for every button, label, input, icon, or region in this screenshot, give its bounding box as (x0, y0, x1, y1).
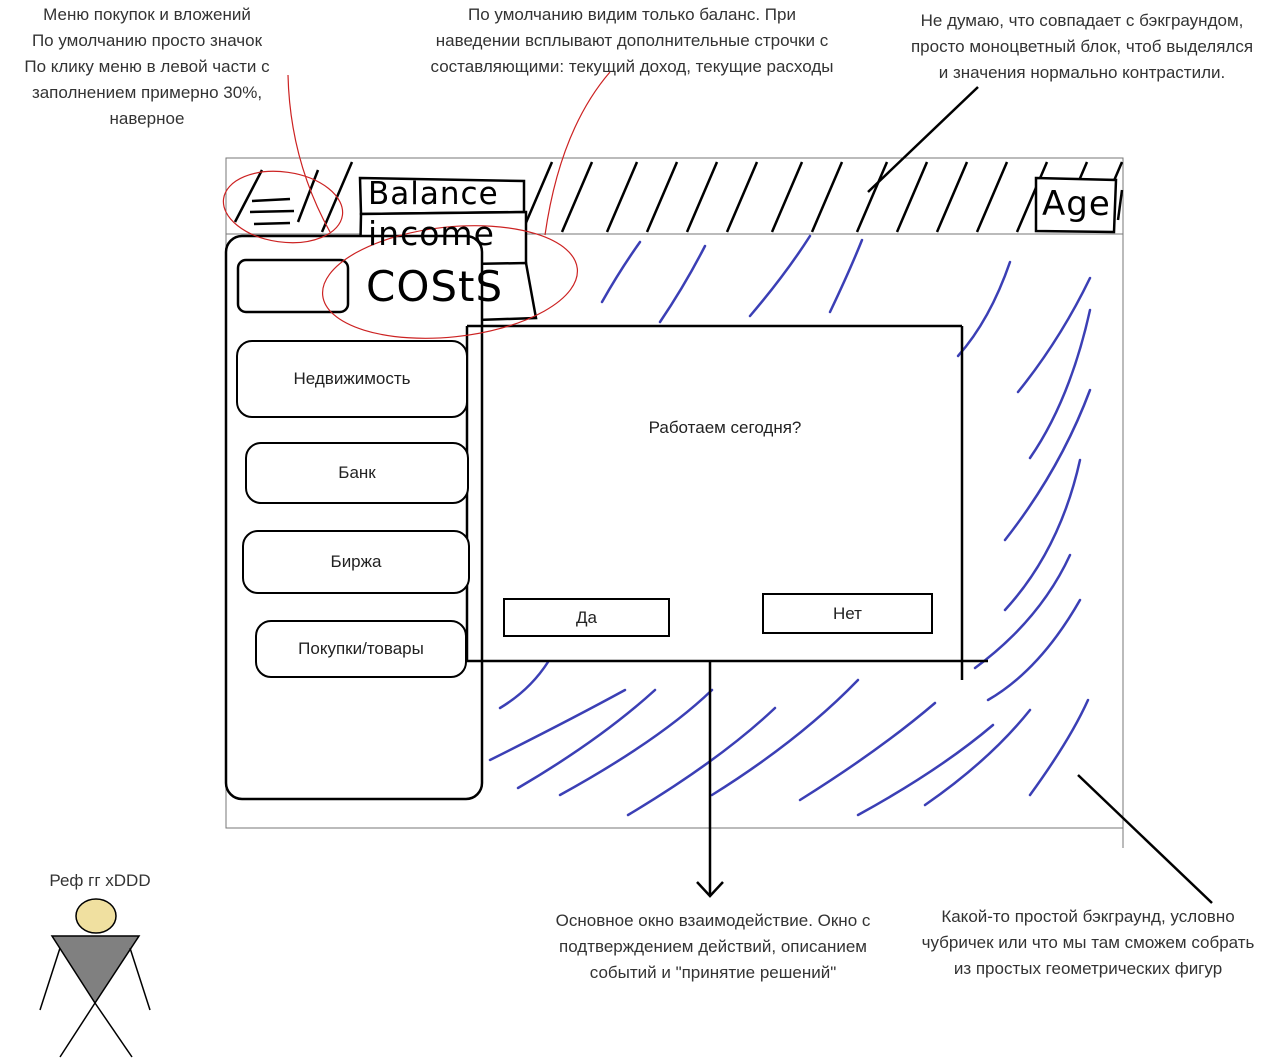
reference-figure (39, 898, 151, 1058)
costs-label: COStS (366, 262, 504, 311)
hatch-stroke (935, 161, 969, 233)
balance-note-line: составляющими: текущий доход, текущие ра… (430, 57, 834, 76)
menu-note-line: По клику меню в левой части с (24, 57, 270, 76)
balance-note: По умолчанию видим только баланс. При на… (392, 2, 872, 80)
menu-item-label: Недвижимость (293, 369, 411, 388)
background-stroke (516, 688, 657, 790)
hamburger-menu-icon[interactable] (249, 197, 295, 226)
header-note-line: и значения нормально контрастили. (938, 63, 1226, 82)
menu-item-real-estate[interactable]: Недвижимость (236, 340, 468, 418)
background-stroke (973, 553, 1072, 670)
background-callout-line (1077, 774, 1213, 904)
background-stroke (1003, 388, 1092, 542)
figure-head (75, 898, 117, 934)
balance-label[interactable]: Balance (368, 176, 499, 212)
menu-note-line: По умолчанию просто значок (31, 31, 263, 50)
dialog-note-line: Основное окно взаимодействие. Окно с (555, 911, 871, 930)
dialog-question: Работаем сегодня? (648, 418, 802, 437)
menu-note-line: Меню покупок и вложений (43, 5, 251, 24)
yes-button-label: Да (576, 607, 597, 627)
background-stroke (658, 244, 707, 324)
figure-body (50, 935, 141, 1005)
hatch-stroke (725, 161, 759, 233)
background-stroke (626, 706, 777, 817)
menu-item-label: Банк (338, 463, 376, 482)
reference-note: Реф гг xDDD (20, 868, 180, 894)
dialog-note-line: подтверждением действий, описанием (558, 937, 867, 956)
income-label: income (368, 214, 495, 253)
menu-annotation-line (287, 74, 331, 233)
menu-item-label: Покупки/товары (298, 639, 424, 658)
balance-note-line: наведении всплывают дополнительные строч… (435, 31, 829, 50)
hatch-stroke (895, 161, 929, 233)
side-menu-top-slot[interactable] (236, 258, 350, 314)
background-stroke (1028, 698, 1090, 797)
dialog-note-line: событий и "принятие решений" (589, 963, 837, 982)
menu-note-line: заполнением примерно 30%, (31, 83, 263, 102)
hatch-stroke (770, 161, 804, 233)
hatch-stroke (1116, 189, 1124, 221)
background-stroke (600, 240, 642, 304)
menu-note: Меню покупок и вложений По умолчанию про… (2, 2, 292, 132)
header-note-line: просто моноцветный блок, чтоб выделялся (910, 37, 1254, 56)
hatch-stroke (233, 169, 264, 223)
sketch-canvas (39, 71, 1213, 1058)
background-stroke (798, 701, 937, 802)
dialog-note: Основное окно взаимодействие. Окно с под… (528, 908, 898, 986)
background-stroke (748, 234, 812, 318)
background-stroke (828, 238, 864, 314)
age-label: Age (1042, 184, 1111, 224)
balance-annotation-line (544, 71, 611, 236)
background-note-line: из простых геометрических фигур (953, 959, 1223, 978)
no-button-label: Нет (833, 603, 862, 623)
background-stroke (923, 708, 1032, 807)
background-stroke (986, 598, 1082, 702)
hatch-stroke (855, 161, 889, 233)
menu-item-label: Биржа (330, 552, 382, 571)
menu-item-bank[interactable]: Банк (245, 442, 469, 504)
hatch-stroke (685, 161, 719, 233)
background-stroke (1016, 276, 1092, 394)
reference-note-text: Реф гг xDDD (49, 871, 151, 890)
hatch-stroke (975, 161, 1009, 233)
menu-item-exchange[interactable]: Биржа (242, 530, 470, 594)
background-note: Какой-то простой бэкграунд, условно чубр… (898, 904, 1278, 982)
menu-item-purchases[interactable]: Покупки/товары (255, 620, 467, 678)
balance-note-line: По умолчанию видим только баланс. При (468, 5, 796, 24)
background-stroke (956, 260, 1012, 358)
menu-note-line: наверное (109, 109, 185, 128)
background-note-line: Какой-то простой бэкграунд, условно (941, 907, 1235, 926)
background-note-line: чубричек или что мы там сможем собрать (921, 933, 1255, 952)
background-strokes (488, 234, 1092, 817)
hatch-stroke (605, 161, 639, 233)
yes-button[interactable]: Да (503, 598, 670, 637)
hatch-stroke (645, 161, 679, 233)
header-note: Не думаю, что совпадает с бэкграундом, п… (884, 8, 1280, 86)
no-button[interactable]: Нет (762, 593, 933, 634)
background-stroke (1003, 458, 1082, 612)
side-menu-panel (224, 234, 484, 801)
hatch-stroke (560, 161, 594, 233)
hatch-stroke (810, 161, 844, 233)
background-stroke (498, 660, 550, 710)
header-note-line: Не думаю, что совпадает с бэкграундом, (920, 11, 1244, 30)
